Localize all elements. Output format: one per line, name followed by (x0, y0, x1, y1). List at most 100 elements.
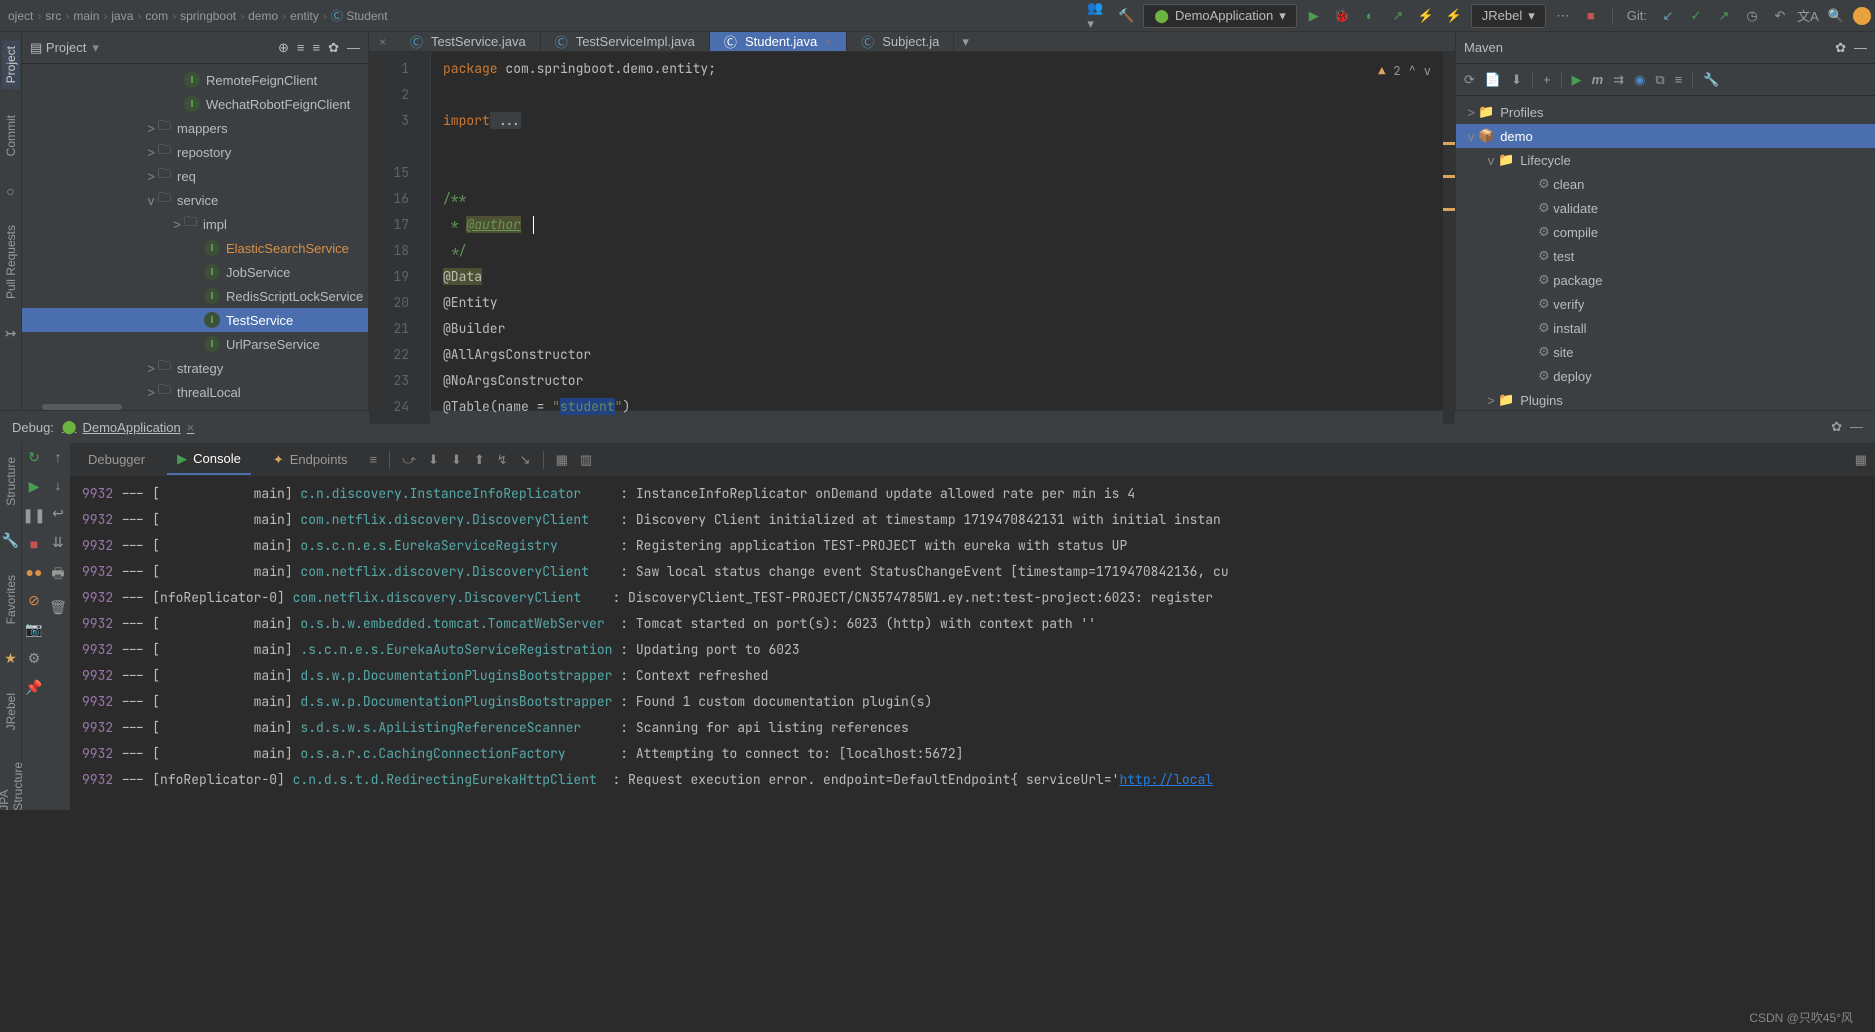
maven-profiles[interactable]: >📁Profiles (1456, 100, 1875, 124)
print-icon[interactable]: 🖶 (51, 563, 64, 587)
tab-structure[interactable]: Structure (2, 451, 20, 512)
tab-commit[interactable]: Commit (2, 109, 20, 162)
mute-bp-icon[interactable]: ⊘ (28, 592, 40, 609)
tree-folder-req[interactable]: >🗀req (22, 164, 368, 188)
maven-goal-clean[interactable]: ⚙ clean (1456, 172, 1875, 196)
commit-icon[interactable]: ○ (6, 183, 14, 199)
git-pull-icon[interactable]: ↙ (1657, 5, 1679, 27)
expand-icon[interactable]: v (144, 193, 158, 208)
scrollbar-horizontal[interactable] (42, 404, 122, 410)
trash-icon[interactable]: 🗑 (49, 599, 67, 616)
expand-icon[interactable]: > (144, 361, 158, 376)
filter-icon[interactable]: ≡ (370, 452, 378, 467)
rollback-icon[interactable]: ↶ (1769, 5, 1791, 27)
tab-jrebel[interactable]: JRebel (2, 687, 20, 736)
tab-pullrequests[interactable]: Pull Requests (2, 219, 20, 305)
expand-icon[interactable]: > (144, 121, 158, 136)
generate-sources-icon[interactable]: 📄 (1485, 72, 1501, 88)
tab-debugger[interactable]: Debugger (78, 446, 155, 473)
maven-goal-test[interactable]: ⚙ test (1456, 244, 1875, 268)
tree-folder-mappers[interactable]: >🗀mappers (22, 116, 368, 140)
m-icon[interactable]: m (1592, 72, 1604, 87)
tree-folder-repostory[interactable]: >🗀repostory (22, 140, 368, 164)
fold-column[interactable] (419, 52, 431, 424)
camera-icon[interactable]: 📷 (25, 621, 42, 638)
search-icon[interactable]: 🔍 (1825, 5, 1847, 27)
breadcrumb-item[interactable]: demo (244, 9, 282, 23)
breadcrumb-item[interactable]: springboot (176, 9, 240, 23)
breadcrumb-item[interactable]: java (107, 9, 137, 23)
collapse-icon[interactable]: ≡ (313, 40, 321, 56)
stop-icon[interactable]: ■ (1580, 5, 1602, 27)
maven-goal-compile[interactable]: ⚙ compile (1456, 220, 1875, 244)
maven-lifecycle[interactable]: v📁Lifecycle (1456, 148, 1875, 172)
tree-item-urlparseservice[interactable]: IUrlParseService (22, 332, 368, 356)
history-icon[interactable]: ◷ (1741, 5, 1763, 27)
layout-icon[interactable]: ▦ (1855, 452, 1867, 468)
tab-testservice[interactable]: ⒸTestService.java (396, 32, 541, 51)
code-editor[interactable]: ▲2^v package com.springboot.demo.entity;… (431, 52, 1443, 424)
up-icon[interactable]: ↑ (55, 449, 62, 465)
tree-item-jobservice[interactable]: IJobService (22, 260, 368, 284)
breakpoints-icon[interactable]: ●● (26, 564, 43, 580)
expand-icon[interactable]: ≡ (297, 40, 305, 56)
maven-project-demo[interactable]: v📦demo (1456, 124, 1875, 148)
tab-testserviceimpl[interactable]: ⒸTestServiceImpl.java (541, 32, 710, 51)
drop-frame-icon[interactable]: ↯ (497, 452, 508, 468)
locate-icon[interactable]: ⊕ (278, 40, 289, 56)
evaluate-icon[interactable]: ▥ (580, 452, 592, 468)
attach-icon[interactable]: ⋯ (1552, 5, 1574, 27)
maven-goal-deploy[interactable]: ⚙ deploy (1456, 364, 1875, 388)
maven-goal-package[interactable]: ⚙ package (1456, 268, 1875, 292)
maven-tree[interactable]: >📁Profiles v📦demo v📁Lifecycle ⚙ clean ⚙ v… (1456, 96, 1875, 410)
collapse-icon[interactable]: ≡ (1675, 72, 1683, 87)
git-commit-icon[interactable]: ✓ (1685, 5, 1707, 27)
expand-icon[interactable]: > (170, 217, 184, 232)
step-into-icon[interactable]: ⬇ (428, 452, 439, 468)
run-icon[interactable]: ▶ (1572, 72, 1582, 88)
debug-app-chip[interactable]: ⬤DemoApplication× (54, 417, 202, 437)
tab-student[interactable]: ⒸStudent.java× (710, 32, 847, 51)
jrebel-dropdown[interactable]: JRebel▾ (1471, 4, 1546, 28)
jrebel-debug-icon[interactable]: ⚡ (1443, 5, 1465, 27)
breadcrumb-item[interactable]: main (69, 9, 103, 23)
show-deps-icon[interactable]: ⧉ (1655, 72, 1664, 88)
step-over-icon[interactable]: ⤻ (402, 452, 416, 468)
breadcrumb-item[interactable]: Ⓒ Student (327, 7, 392, 24)
gear-icon[interactable]: ✿ (1831, 419, 1842, 435)
expand-icon[interactable]: > (144, 169, 158, 184)
tree-item-redisscriptlockservice[interactable]: IRedisScriptLockService (22, 284, 368, 308)
chevron-down-icon[interactable]: ▾ (92, 40, 99, 56)
line-gutter[interactable]: 123 15161718192021222324 (369, 52, 419, 424)
down-icon[interactable]: ↓ (55, 477, 62, 493)
scroll-error-stripe[interactable] (1443, 52, 1455, 424)
tabs-overflow[interactable]: ▾ (954, 32, 977, 51)
translate-icon[interactable]: 文A (1797, 5, 1819, 27)
pr-icon[interactable]: ↣ (5, 325, 17, 342)
tab-project[interactable]: Project (2, 40, 20, 89)
tree-folder-service[interactable]: v🗀service (22, 188, 368, 212)
tree-item-elasticsearchservice[interactable]: IElasticSearchService (22, 236, 368, 260)
tree-folder-threallocal[interactable]: >🗀threalLocal (22, 380, 368, 404)
settings-icon[interactable]: ✿ (328, 40, 339, 56)
minimize-icon[interactable]: — (1854, 40, 1867, 56)
maven-plugins[interactable]: >📁Plugins (1456, 388, 1875, 410)
run-config-dropdown[interactable]: ⬤DemoApplication▾ (1143, 4, 1296, 28)
offline-icon[interactable]: ◉ (1634, 72, 1645, 88)
tab-favorites[interactable]: Favorites (2, 569, 20, 630)
wrap-icon[interactable]: ↩ (52, 505, 64, 522)
minimize-icon[interactable]: — (347, 40, 360, 56)
force-step-into-icon[interactable]: ⬇ (451, 452, 462, 468)
add-icon[interactable]: + (1543, 72, 1551, 87)
rerun-icon[interactable]: ↻ (28, 449, 40, 466)
wrench-icon[interactable]: 🔧 (2, 532, 19, 549)
console-output[interactable]: 9932 --- [ main] c.n.discovery.InstanceI… (70, 477, 1875, 810)
pin-icon[interactable]: 📌 (25, 679, 42, 696)
maven-goal-verify[interactable]: ⚙ verify (1456, 292, 1875, 316)
tab-endpoints[interactable]: ✦Endpoints (263, 446, 358, 474)
star-icon[interactable]: ★ (4, 650, 17, 667)
breadcrumb-item[interactable]: com (141, 9, 172, 23)
tab-jpa[interactable]: JPA Structure (0, 756, 27, 810)
maven-goal-site[interactable]: ⚙ site (1456, 340, 1875, 364)
profile-icon[interactable]: ↗ (1387, 5, 1409, 27)
